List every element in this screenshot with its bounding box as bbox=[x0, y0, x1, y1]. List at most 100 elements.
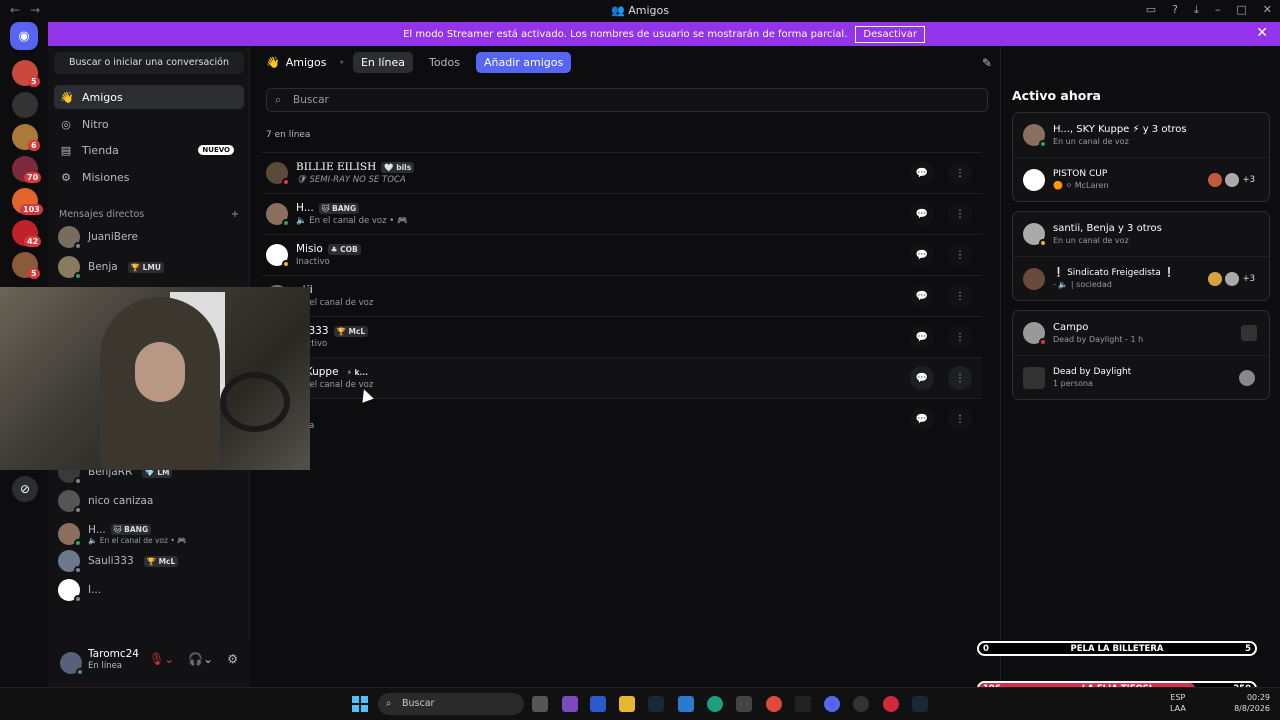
disable-streamer-button[interactable]: Desactivar bbox=[855, 25, 925, 43]
nav-quests[interactable]: ⚙ Misiones bbox=[54, 165, 244, 189]
copilot-icon[interactable] bbox=[562, 696, 578, 712]
more-options-icon[interactable]: ⋮ bbox=[948, 284, 972, 308]
avatar bbox=[266, 244, 290, 268]
avatar bbox=[1023, 124, 1047, 148]
dm-item[interactable]: I... bbox=[58, 577, 244, 603]
discord-taskbar-icon[interactable] bbox=[824, 696, 840, 712]
activity-card[interactable]: H..., SKY Kuppe ⚡ y 3 otros En un canal … bbox=[1012, 112, 1270, 202]
find-conversation-button[interactable]: Buscar o iniciar una conversación bbox=[54, 52, 244, 74]
download-icon[interactable]: ⤓ bbox=[1194, 3, 1199, 17]
minimize-button[interactable]: – bbox=[1215, 3, 1221, 17]
unread-badge: 5 bbox=[28, 76, 40, 87]
clan-tag: 🤍 bils bbox=[381, 161, 415, 173]
friends-tabs: 👋 Amigos • En línea Todos Añadir amigos bbox=[266, 52, 572, 73]
help-icon[interactable]: ? bbox=[1172, 3, 1178, 17]
friend-row[interactable]: Misio ♣ COB Inactivo 💬 ⋮ bbox=[262, 234, 982, 275]
active-now-panel: Activo ahora H..., SKY Kuppe ⚡ y 3 otros… bbox=[1000, 46, 1280, 687]
steam-icon[interactable] bbox=[912, 696, 928, 712]
message-icon[interactable]: 💬 bbox=[910, 202, 934, 226]
taskbar-search[interactable]: ⌕ Buscar bbox=[378, 693, 524, 715]
store-icon[interactable] bbox=[736, 696, 752, 712]
headphones-icon[interactable]: 🎧⌄ bbox=[188, 652, 213, 666]
activity-card[interactable]: santii, Benja y 3 otros En un canal de v… bbox=[1012, 211, 1270, 301]
friend-row[interactable]: ntii En el canal de voz 💬⋮ bbox=[262, 275, 982, 316]
friend-row[interactable]: H... 🐱 BANG 🔈 En el canal de voz • 🎮 💬 ⋮ bbox=[262, 193, 982, 234]
nav-nitro[interactable]: ◎ Nitro bbox=[54, 112, 244, 136]
clan-tag: 🐱 BANG bbox=[110, 524, 152, 535]
avatar bbox=[58, 523, 82, 547]
new-group-dm-icon[interactable]: ✎ bbox=[982, 56, 992, 70]
start-button-icon[interactable] bbox=[352, 696, 368, 712]
dm-header: Mensajes directos + bbox=[59, 209, 239, 220]
more-options-icon[interactable]: ⋮ bbox=[948, 202, 972, 226]
friend-row[interactable]: uli333 🏆 McL nactivo 💬 ⋮ bbox=[262, 316, 982, 357]
mail-icon[interactable] bbox=[678, 696, 694, 712]
chrome-icon[interactable] bbox=[766, 696, 782, 712]
maximize-button[interactable]: □ bbox=[1236, 3, 1246, 17]
epic-games-icon[interactable] bbox=[795, 696, 811, 712]
steam-icon[interactable] bbox=[648, 696, 664, 712]
avatar bbox=[266, 203, 290, 227]
more-options-icon[interactable]: ⋮ bbox=[948, 407, 972, 431]
add-dm-button[interactable]: + bbox=[231, 209, 239, 220]
app-icon[interactable] bbox=[590, 696, 606, 712]
message-icon[interactable]: 💬 bbox=[910, 366, 934, 390]
window-controls: ▭ ? ⤓ – □ ✕ bbox=[1146, 3, 1272, 17]
more-options-icon[interactable]: ⋮ bbox=[948, 243, 972, 267]
inbox-icon[interactable]: ▭ bbox=[1146, 3, 1156, 17]
custom-status: 🔈 En el canal de voz • 🎮 bbox=[296, 216, 408, 226]
discord-home-icon[interactable]: ◉ bbox=[10, 22, 38, 50]
dm-item[interactable]: Sauli333 🏆 McL bbox=[58, 548, 244, 574]
discover-icon[interactable]: ⊘ bbox=[12, 476, 38, 502]
message-icon[interactable]: 💬 bbox=[910, 325, 934, 349]
banner-text: El modo Streamer está activado. Los nomb… bbox=[403, 28, 848, 40]
more-options-icon[interactable]: ⋮ bbox=[948, 161, 972, 185]
task-view-icon[interactable] bbox=[532, 696, 548, 712]
more-options-icon[interactable]: ⋮ bbox=[948, 366, 972, 390]
message-icon[interactable]: 💬 bbox=[910, 161, 934, 185]
language-indicator[interactable]: ESP LAA bbox=[1170, 692, 1186, 714]
friend-row[interactable]: BILLIE EILISH 🤍 bils 🛡 SEMI-RAY NO SE TOC… bbox=[262, 152, 982, 193]
user-controls: 🎙⌄ 🎧⌄ ⚙ bbox=[149, 652, 238, 666]
dm-item[interactable]: nico canizaa bbox=[58, 488, 244, 514]
unread-badge: 70 bbox=[24, 172, 42, 183]
settings-gear-icon[interactable]: ⚙ bbox=[227, 652, 238, 666]
user-avatar[interactable] bbox=[60, 652, 84, 676]
edge-icon[interactable] bbox=[707, 696, 723, 712]
user-panel: Taromc24 En línea 🎙⌄ 🎧⌄ ⚙ bbox=[48, 642, 250, 687]
avatar bbox=[58, 579, 82, 603]
clock[interactable]: 00:29 8/8/2026 bbox=[1234, 692, 1270, 714]
file-explorer-icon[interactable] bbox=[619, 696, 635, 712]
add-friend-button[interactable]: Añadir amigos bbox=[476, 52, 572, 73]
nav-friends[interactable]: 👋 Amigos bbox=[54, 85, 244, 109]
tab-online[interactable]: En línea bbox=[352, 52, 413, 73]
more-options-icon[interactable]: ⋮ bbox=[948, 325, 972, 349]
nav-shop[interactable]: ▤ Tienda NUEVO bbox=[54, 138, 244, 162]
avatar bbox=[58, 550, 82, 574]
message-icon[interactable]: 💬 bbox=[910, 243, 934, 267]
unread-badge: 42 bbox=[24, 236, 42, 247]
clan-tag: ⚡ k... bbox=[346, 367, 368, 377]
opera-icon[interactable] bbox=[883, 696, 899, 712]
game-icon bbox=[1241, 325, 1257, 341]
tab-all[interactable]: Todos bbox=[421, 52, 468, 73]
dm-item[interactable]: Benja 🏆 LMU bbox=[58, 254, 244, 280]
friend-row[interactable]: To ínea 💬⋮ bbox=[262, 398, 982, 439]
message-icon[interactable]: 💬 bbox=[910, 407, 934, 431]
app-icon[interactable] bbox=[853, 696, 869, 712]
mic-muted-icon[interactable]: 🎙⌄ bbox=[149, 652, 174, 666]
server-avatar bbox=[1023, 267, 1045, 290]
dm-item[interactable]: H... 🐱 BANG 🔈 En el canal de voz • 🎮 bbox=[58, 518, 244, 550]
close-window-button[interactable]: ✕ bbox=[1263, 3, 1272, 17]
dm-item[interactable]: JuaniBere bbox=[58, 224, 244, 250]
activity-card[interactable]: Campo Dead by Daylight - 1 h Dead by Day… bbox=[1012, 310, 1270, 400]
message-icon[interactable]: 💬 bbox=[910, 284, 934, 308]
close-icon[interactable]: ✕ bbox=[1256, 25, 1268, 41]
online-count: 7 en línea bbox=[266, 130, 311, 140]
server-icon[interactable] bbox=[12, 92, 38, 118]
unread-badge: 5 bbox=[28, 268, 40, 279]
goal-bar-wallet: 0 PELA LA BILLETERA 5 bbox=[977, 641, 1257, 656]
username: Taromc24 bbox=[88, 648, 139, 660]
friends-heading: 👋 Amigos bbox=[266, 56, 327, 69]
friend-search-input[interactable]: ⌕ Buscar bbox=[266, 88, 988, 112]
